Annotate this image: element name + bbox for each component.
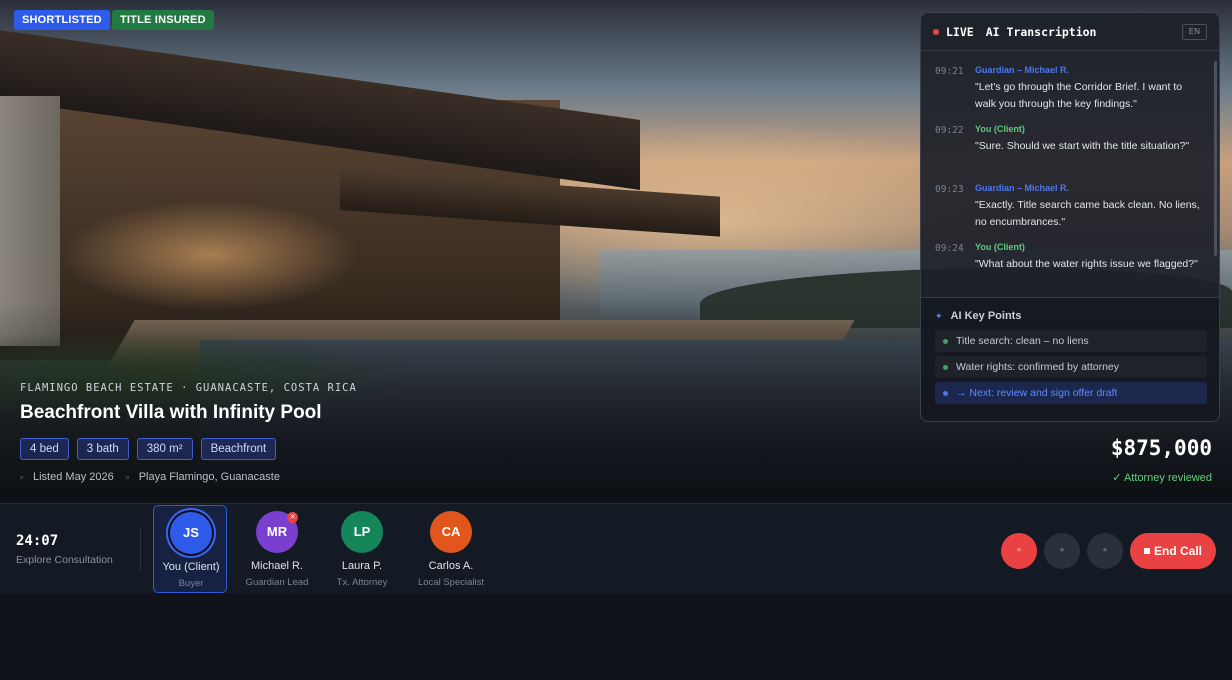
transcription-header: LIVE AI Transcription EN <box>921 13 1219 51</box>
message-time: 09:24 <box>935 243 964 254</box>
key-point-bullet-icon <box>943 338 948 344</box>
page-background <box>0 593 1232 680</box>
property-title: Beachfront Villa with Infinity Pool <box>20 402 322 423</box>
toggle-camera-button[interactable]: ▫ <box>1044 533 1080 569</box>
ai-key-points: ✦ AI Key Points Title search: clean – no… <box>921 297 1219 421</box>
message-time: 09:23 <box>935 184 964 195</box>
end-call-button[interactable]: End Call <box>1130 533 1216 569</box>
avatar: CA <box>430 511 472 553</box>
attorney-reviewed-status: ✓ Attorney reviewed <box>1112 472 1212 484</box>
map-pin-icon: ▫ <box>125 472 129 482</box>
transcript-message: 09:21 Guardian – Michael R. "Let's go th… <box>921 61 1219 120</box>
key-point-text: Title search: clean – no liens <box>956 335 1089 347</box>
key-point-item: Water rights: confirmed by attorney <box>935 356 1207 378</box>
property-hero: SHORTLISTED TITLE INSURED FLAMINGO BEACH… <box>0 0 1232 503</box>
participant-role: Guardian Lead <box>245 577 309 588</box>
property-meta: ▫ Listed May 2026 ▫ Playa Flamingo, Guanac… <box>20 471 280 483</box>
participant-laura[interactable]: LP Laura P. Tx. Attorney <box>325 505 399 593</box>
key-point-next-step[interactable]: → Next: review and sign offer draft <box>935 382 1207 404</box>
property-address: ▫ Playa Flamingo, Guanacaste <box>125 471 280 483</box>
participant-role: Local Specialist <box>417 577 484 588</box>
language-toggle[interactable]: EN <box>1181 23 1207 40</box>
message-text: "What about the water rights issue we fl… <box>975 258 1198 270</box>
participant-name: Laura P. <box>341 560 383 572</box>
avatar: JS <box>170 512 212 554</box>
share-screen-button[interactable]: ▫ <box>1087 533 1123 569</box>
participant-role: Buyer <box>178 578 204 589</box>
participant-carlos[interactable]: CA Carlos A. Local Specialist <box>414 505 488 593</box>
camera-icon: ▫ <box>1060 545 1064 556</box>
transcript-message: 09:23 Guardian – Michael R. "Exactly. Ti… <box>921 179 1219 238</box>
participant-client[interactable]: JS You (Client) Buyer <box>153 505 227 593</box>
property-price: $875,000 <box>1110 436 1212 460</box>
divider <box>140 528 141 570</box>
key-points-title: AI Key Points <box>950 310 1022 322</box>
message-text: "Sure. Should we start with the title si… <box>975 140 1190 152</box>
microphone-icon: ▫ <box>1017 545 1021 556</box>
listed-date: ▫ Listed May 2026 <box>20 471 114 483</box>
transcript-message: 09:22 You (Client) "Sure. Should we star… <box>921 120 1219 179</box>
mute-microphone-button[interactable]: ▫ <box>1001 533 1037 569</box>
shortlisted-badge: SHORTLISTED <box>14 10 110 30</box>
message-speaker: Guardian – Michael R. <box>975 65 1070 75</box>
message-text: "Exactly. Title search came back clean. … <box>975 199 1200 228</box>
message-text: "Let's go through the Corridor Brief. I … <box>975 81 1183 110</box>
session-type: Explore Consultation <box>16 554 113 566</box>
screen-share-icon: ▫ <box>1103 545 1107 556</box>
call-timer: 24:07 <box>16 533 59 549</box>
key-points-header: ✦ AI Key Points <box>935 310 1207 322</box>
key-point-text: → Next: review and sign offer draft <box>956 387 1118 399</box>
participant-name: You (Client) <box>162 561 220 573</box>
hero-interior-light <box>60 200 360 310</box>
key-point-bullet-icon <box>943 364 948 370</box>
message-speaker: Guardian – Michael R. <box>975 183 1070 193</box>
sparkle-icon: ✦ <box>935 310 943 321</box>
message-speaker: You (Client) <box>975 242 1025 252</box>
key-point-text: Water rights: confirmed by attorney <box>956 361 1120 373</box>
muted-icon: ✕ <box>287 512 298 523</box>
transcript-message: 09:24 You (Client) "What about the water… <box>921 238 1219 297</box>
transcript-messages[interactable]: 09:21 Guardian – Michael R. "Let's go th… <box>921 61 1219 297</box>
call-control-bar: 24:07 Explore Consultation JS You (Clien… <box>0 503 1232 593</box>
feature-chip-area: 380 m² <box>136 438 193 460</box>
live-indicator-icon <box>933 28 939 35</box>
stop-icon <box>1143 548 1150 554</box>
property-features: 4 bed 3 bath 380 m² Beachfront <box>20 438 277 460</box>
live-label: LIVE <box>946 24 974 39</box>
feature-chip-bathrooms: 3 bath <box>76 438 129 460</box>
participant-name: Michael R. <box>251 560 303 572</box>
message-speaker: You (Client) <box>975 124 1025 134</box>
title-insured-badge: TITLE INSURED <box>112 10 214 30</box>
participant-michael[interactable]: MR ✕ Michael R. Guardian Lead <box>240 505 314 593</box>
transcription-title: AI Transcription <box>985 24 1097 39</box>
participant-role: Tx. Attorney <box>336 577 388 588</box>
message-time: 09:21 <box>935 66 964 77</box>
message-time: 09:22 <box>935 125 964 136</box>
feature-chip-bedrooms: 4 bed <box>20 438 69 460</box>
ai-transcription-panel: LIVE AI Transcription EN 09:21 Guardian … <box>920 12 1220 422</box>
participant-name: Carlos A. <box>428 560 474 572</box>
property-location: FLAMINGO BEACH ESTATE · GUANACASTE, COST… <box>20 382 357 394</box>
transcript-scrollbar[interactable] <box>1214 61 1217 256</box>
avatar: LP <box>341 511 383 553</box>
key-point-item: Title search: clean – no liens <box>935 330 1207 352</box>
feature-chip-beachfront: Beachfront <box>200 438 277 460</box>
key-point-bullet-icon <box>943 390 948 396</box>
calendar-icon: ▫ <box>20 472 24 482</box>
